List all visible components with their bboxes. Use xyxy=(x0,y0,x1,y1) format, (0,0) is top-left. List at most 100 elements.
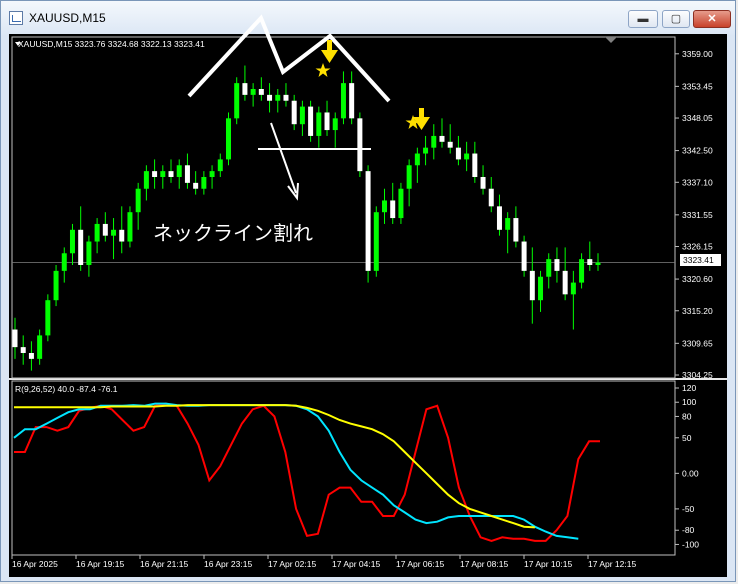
price-tick-label: 3315.20 xyxy=(682,306,713,316)
candle xyxy=(562,247,568,301)
candle xyxy=(455,135,461,166)
candle-body xyxy=(595,262,601,265)
price-tick-label: 3326.15 xyxy=(682,242,713,252)
candle xyxy=(529,247,535,324)
candle-body xyxy=(102,223,108,236)
time-tick-label: 17 Apr 04:15 xyxy=(332,559,380,569)
candles xyxy=(12,65,601,371)
candle-body xyxy=(390,200,396,219)
panel-scroll-marker-icon[interactable] xyxy=(605,37,617,43)
candle xyxy=(160,165,166,189)
time-tick-label: 17 Apr 06:15 xyxy=(396,559,444,569)
candle xyxy=(447,124,453,154)
candle-body xyxy=(414,153,420,166)
indicator-tick-label: 100 xyxy=(682,397,696,407)
price-tick-label: 3309.65 xyxy=(682,338,713,348)
candle-body xyxy=(431,135,437,148)
candle-body xyxy=(12,329,18,348)
double-top-pattern-drawing[interactable] xyxy=(187,14,391,103)
candle-body xyxy=(78,229,84,265)
candle-body xyxy=(69,229,75,254)
candle-body xyxy=(152,171,158,177)
candle xyxy=(406,159,412,207)
time-tick-label: 16 Apr 21:15 xyxy=(140,559,188,569)
candle xyxy=(496,194,502,236)
candle xyxy=(209,165,215,189)
price-tick-label: 3337.10 xyxy=(682,177,713,187)
indicator-tick-label: -100 xyxy=(682,539,699,549)
candle xyxy=(102,212,108,242)
candle-body xyxy=(201,177,207,189)
candle-body xyxy=(365,171,371,271)
indicator-tick-label: 0.00 xyxy=(682,468,699,478)
candle xyxy=(242,65,248,101)
time-tick-label: 16 Apr 23:15 xyxy=(204,559,252,569)
candle xyxy=(390,182,396,224)
candle xyxy=(324,100,330,136)
price-tick-label: 3331.55 xyxy=(682,210,713,220)
candle xyxy=(373,206,379,277)
candle-body xyxy=(209,171,215,177)
chart-canvas[interactable]: 3359.00 3353.45 3348.05 3342.50 3337.10 3331.… xyxy=(0,0,738,584)
candle xyxy=(78,206,84,271)
candle-body xyxy=(193,182,199,189)
star-marker-icon xyxy=(315,63,331,77)
candle-body xyxy=(423,147,429,154)
indicator-tick-label: -50 xyxy=(682,504,695,514)
candle xyxy=(267,83,273,113)
indicator-header-text: R(9,26,52) 40.0 -87.4 -76.1 xyxy=(15,384,118,394)
candle-body xyxy=(283,94,289,101)
candle-body xyxy=(324,112,330,131)
candle xyxy=(308,100,314,142)
candle xyxy=(275,89,281,113)
neckline-arrow-shaft[interactable] xyxy=(270,122,297,194)
candle-body xyxy=(160,171,166,177)
price-tick-label: 3359.00 xyxy=(682,49,713,59)
candle xyxy=(505,212,511,254)
candle xyxy=(357,112,363,177)
candle-body xyxy=(143,171,149,189)
candle xyxy=(579,253,585,289)
candle xyxy=(587,241,593,271)
candle xyxy=(143,165,149,201)
candle xyxy=(382,188,388,224)
price-tick-label: 3348.05 xyxy=(682,113,713,123)
candle xyxy=(414,147,420,183)
candle-body xyxy=(45,300,51,336)
candle xyxy=(480,165,486,195)
candle-body xyxy=(250,89,256,95)
candle xyxy=(184,153,190,189)
candle xyxy=(513,206,519,248)
candle-body xyxy=(111,229,117,236)
chart-header-text: XAUUSD,M15 3323.76 3324.68 3322.13 3323.… xyxy=(18,39,205,49)
candle xyxy=(234,77,240,125)
candle-body xyxy=(538,276,544,301)
candle xyxy=(69,223,75,265)
candle-body xyxy=(225,118,231,160)
candle-body xyxy=(513,218,519,242)
candle-body xyxy=(217,159,223,172)
candle-body xyxy=(529,270,535,301)
time-tick-label: 17 Apr 02:15 xyxy=(268,559,316,569)
candle xyxy=(570,270,576,330)
candle xyxy=(217,153,223,177)
time-tick-label: 17 Apr 12:15 xyxy=(588,559,636,569)
candle xyxy=(61,247,67,283)
candle-body xyxy=(496,206,502,230)
candle xyxy=(225,112,231,166)
candle-body xyxy=(37,335,43,359)
candle-body xyxy=(242,83,248,95)
candle xyxy=(111,218,117,260)
candle xyxy=(28,341,34,371)
candle-body xyxy=(546,259,552,277)
candle-body xyxy=(464,153,470,160)
candle-body xyxy=(587,259,593,265)
price-tick-label: 3342.50 xyxy=(682,146,713,156)
candle xyxy=(299,100,305,136)
indicator-line-2 xyxy=(14,404,535,529)
candle-body xyxy=(86,241,92,265)
candle-body xyxy=(373,212,379,271)
candle-body xyxy=(349,83,355,119)
candle-body xyxy=(480,177,486,189)
candle-body xyxy=(447,141,453,148)
